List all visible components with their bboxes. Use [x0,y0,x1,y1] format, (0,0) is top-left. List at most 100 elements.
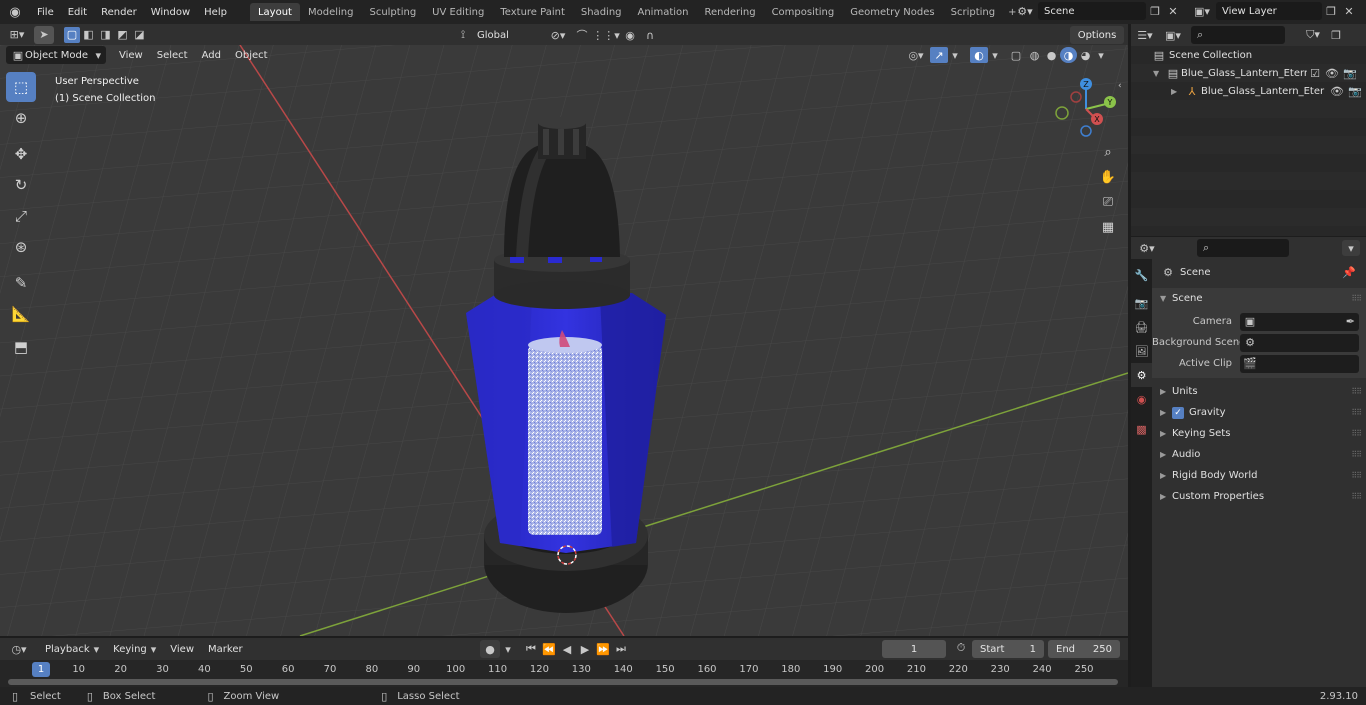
object-mode-dropdown[interactable]: ▣ Object Mode ▾ [6,46,106,64]
close-scene-icon[interactable]: ✕ [1164,5,1182,18]
select-invert-icon[interactable]: ◩ [114,28,131,41]
drag-handle-icon[interactable]: ⠿⠿ [1351,471,1362,480]
tab-scripting[interactable]: Scripting [943,3,1003,21]
3d-viewport[interactable]: ▣ Object Mode ▾ View Select Add Object ◎… [0,45,1128,636]
active-clip-field[interactable]: 🎬 [1240,354,1359,373]
render-tab-icon[interactable]: 📷 [1131,291,1152,315]
background-scene-field[interactable]: ⚙ [1240,333,1359,352]
camera-field[interactable]: ▣ ✒ [1240,312,1359,331]
viewport-menu-add[interactable]: Add [195,45,228,65]
drag-handle-icon[interactable]: ⠿⠿ [1351,450,1362,459]
perspective-toggle-icon[interactable]: ▦ [1097,216,1119,238]
viewport-menu-view[interactable]: View [112,45,150,65]
menu-file[interactable]: File [30,0,61,24]
visibility-eye-icon[interactable]: 👁 [1323,67,1341,80]
properties-search-input[interactable]: ⌕ [1197,239,1289,257]
properties-editor-type-icon[interactable]: ⚙▾ [1131,242,1163,255]
editor-type-icon[interactable]: ⊞▾ [0,28,34,41]
current-frame-field[interactable]: 1 [882,640,946,658]
material-shading-icon[interactable]: ◑ [1060,47,1077,63]
tab-shading[interactable]: Shading [573,3,630,21]
outliner-row-object[interactable]: ▶ ⅄ Blue_Glass_Lantern_Eter 👁 📷 [1131,82,1366,100]
wireframe-shading-icon[interactable]: ◍ [1026,49,1043,62]
exclude-checkbox-icon[interactable]: ☑ [1307,67,1323,80]
menu-edit[interactable]: Edit [61,0,94,24]
scene-section-header[interactable]: ▼ Scene ⠿⠿ [1152,288,1366,309]
start-frame-field[interactable]: Start 1 [972,640,1044,658]
viewport-menu-select[interactable]: Select [150,45,195,65]
viewport-menu-object[interactable]: Object [228,45,275,65]
gizmo-toggle-icon[interactable]: ↗ [930,47,948,63]
annotate-tool-icon[interactable]: ✎ [6,268,36,298]
end-frame-field[interactable]: End 250 [1048,640,1120,658]
scene-icon[interactable]: ⚙▾ [1012,5,1038,18]
custom-properties-panel-header[interactable]: ▶ Custom Properties ⠿⠿ [1152,486,1366,507]
close-view-layer-icon[interactable]: ✕ [1340,5,1358,18]
tab-layout[interactable]: Layout [249,3,300,21]
outliner-row-scene-collection[interactable]: ▤ Scene Collection [1131,46,1366,64]
snap-icon[interactable]: ⌒ [572,27,592,43]
tab-modeling[interactable]: Modeling [300,3,362,21]
menu-render[interactable]: Render [94,0,144,24]
drag-handle-icon[interactable]: ⠿⠿ [1351,294,1362,303]
render-camera-icon[interactable]: 📷 [1341,67,1359,80]
timeline-menu-keying[interactable]: Keying ▾ [106,639,163,659]
jump-start-icon[interactable]: ⏮ [522,642,540,656]
filter-icon[interactable]: ⛉▾ [1299,28,1327,42]
view-layer-selector[interactable]: View Layer [1216,2,1322,20]
select-new-icon[interactable]: ▢ [64,26,80,43]
new-scene-icon[interactable]: ❐ [1146,5,1164,18]
camera-view-icon[interactable]: ⎚ [1097,191,1119,213]
scene-tab-icon[interactable]: ⚙ [1131,363,1152,387]
transform-tool-icon[interactable]: ⊛ [6,232,36,262]
auto-keying-icon[interactable]: ● [480,640,500,658]
play-icon[interactable]: ▶ [576,643,594,656]
select-subtract-icon[interactable]: ◨ [97,28,114,41]
keying-sets-panel-header[interactable]: ▶ Keying Sets ⠿⠿ [1152,423,1366,444]
rigid-body-world-panel-header[interactable]: ▶ Rigid Body World ⠿⠿ [1152,465,1366,486]
menu-help[interactable]: Help [197,0,234,24]
render-camera-icon[interactable]: 📷 [1346,85,1364,98]
pivot-point-icon[interactable]: ⊘▾ [544,29,572,42]
outliner-row-collection[interactable]: ▼ ▤ Blue_Glass_Lantern_Eternal_( ☑ 👁 📷 [1131,64,1366,82]
drag-handle-icon[interactable]: ⠿⠿ [1351,408,1362,417]
tool-tab-icon[interactable]: 🔧 [1131,263,1152,287]
select-tool-icon[interactable]: ➤ [34,25,54,44]
pin-icon[interactable]: 📌 [1342,266,1356,279]
sidebar-toggle-icon[interactable]: ‹ [1118,81,1122,91]
keying-dropdown-icon[interactable]: ▾ [500,643,516,656]
measure-tool-icon[interactable]: 📐 [6,299,36,329]
preview-range-icon[interactable]: ⏱ [953,641,969,655]
viewport-scene[interactable] [0,45,1128,636]
tab-sculpting[interactable]: Sculpting [361,3,424,21]
current-frame-marker[interactable]: 1 [32,662,50,677]
new-collection-icon[interactable]: ❐ [1327,29,1345,42]
select-box-tool-icon[interactable]: ⬚ [6,72,36,102]
solid-shading-icon[interactable]: ● [1043,49,1060,62]
rendered-shading-icon[interactable]: ◕ [1077,49,1094,62]
move-tool-icon[interactable]: ✥ [6,139,36,169]
tab-animation[interactable]: Animation [630,3,697,21]
world-tab-icon[interactable]: ◉ [1131,387,1152,411]
snap-target-icon[interactable]: ⋮⋮▾ [592,29,620,42]
drag-handle-icon[interactable]: ⠿⠿ [1351,429,1362,438]
menu-window[interactable]: Window [144,0,197,24]
display-mode-icon[interactable]: ▣▾ [1159,29,1187,42]
drag-handle-icon[interactable]: ⠿⠿ [1351,387,1362,396]
tab-compositing[interactable]: Compositing [764,3,843,21]
zoom-icon[interactable]: ⌕ [1097,141,1119,163]
timeline-menu-playback[interactable]: Playback ▾ [38,639,106,659]
eyedropper-icon[interactable]: ✒ [1346,315,1355,328]
view-layer-icon[interactable]: ▣▾ [1188,5,1216,18]
orientation-icon[interactable]: ⟟ [454,28,472,42]
play-reverse-icon[interactable]: ◀ [558,643,576,656]
outliner-editor-type-icon[interactable]: ☰▾ [1131,29,1159,42]
transform-orientation-dropdown[interactable]: Global [472,26,544,44]
new-view-layer-icon[interactable]: ❐ [1322,5,1340,18]
select-intersect-icon[interactable]: ◪ [131,28,148,41]
timeline-scrollbar[interactable] [8,679,1118,685]
view-layer-tab-icon[interactable]: 🖼 [1131,339,1152,363]
shading-dropdown-icon[interactable]: ▾ [1094,49,1108,62]
texture-tab-icon[interactable]: ▩ [1131,417,1152,441]
timeline-scrubber[interactable]: 1 10 20 30 40 50 60 70 80 90 100 110 120 130 140 150 160… [0,660,1128,687]
